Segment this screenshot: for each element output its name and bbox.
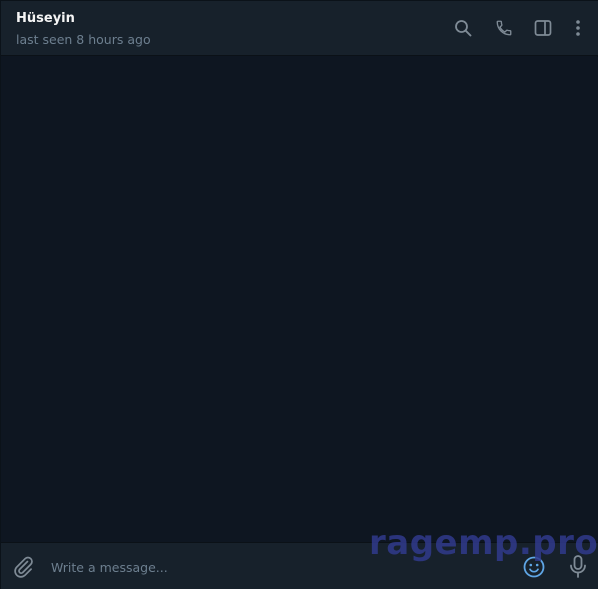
attach-button[interactable] xyxy=(11,555,35,579)
emoji-button[interactable] xyxy=(522,555,546,579)
emoji-icon xyxy=(523,556,545,578)
peer-status: last seen 8 hours ago xyxy=(16,32,151,47)
message-area[interactable] xyxy=(1,57,598,542)
more-vertical-icon xyxy=(576,20,580,36)
microphone-icon xyxy=(570,555,586,578)
peer-name[interactable]: Hüseyin xyxy=(16,11,75,26)
voice-message-button[interactable] xyxy=(566,554,590,580)
message-composer xyxy=(1,542,598,589)
search-button[interactable] xyxy=(452,17,474,39)
chat-window: Hüseyin last seen 8 hours ago Write a me… xyxy=(0,0,598,589)
phone-icon xyxy=(496,20,512,36)
call-button[interactable] xyxy=(493,17,515,39)
paperclip-icon xyxy=(14,556,33,578)
more-options-button[interactable] xyxy=(567,17,589,39)
chat-header: Hüseyin last seen 8 hours ago xyxy=(1,1,598,56)
message-input[interactable] xyxy=(51,555,351,579)
search-icon xyxy=(455,20,472,37)
sidebar-toggle-icon xyxy=(534,20,552,36)
sidebar-toggle-button[interactable] xyxy=(532,17,554,39)
